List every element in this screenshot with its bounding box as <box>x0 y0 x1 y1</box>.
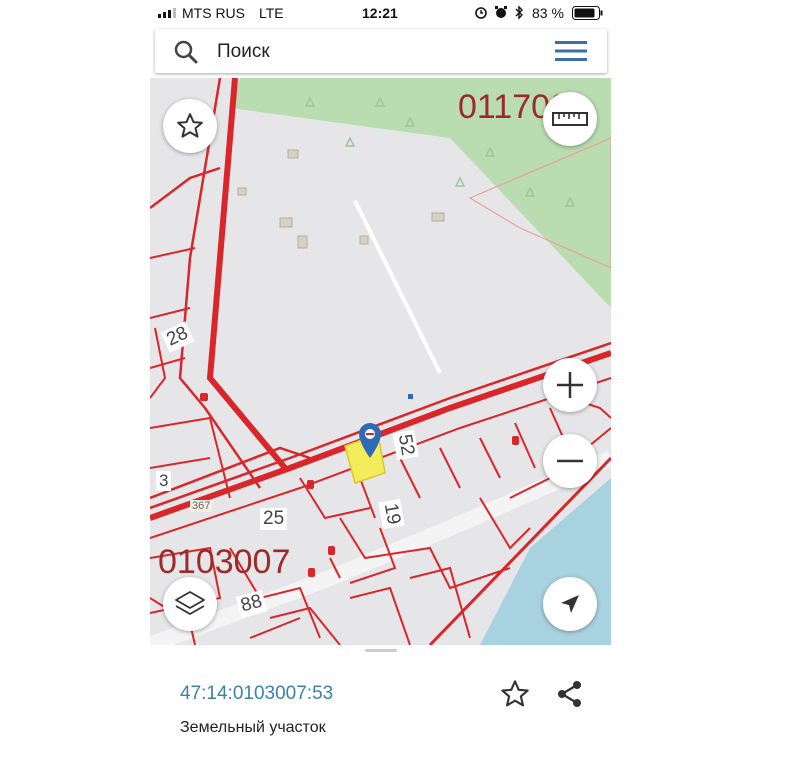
bluetooth-icon <box>515 5 523 20</box>
zoom-in-button[interactable] <box>543 358 597 412</box>
search-bar[interactable]: Поиск <box>155 29 607 73</box>
carrier-name: MTS RUS <box>182 5 245 21</box>
battery-percent: 83 % <box>532 5 564 21</box>
parcel-info-sheet[interactable]: 47:14:0103007:53 Земельный участок <box>150 645 611 762</box>
phone-screen: MTS RUS LTE 12:21 83 % Поиск 0117001 010… <box>150 0 611 762</box>
parcel-type: Земельный участок <box>180 719 326 736</box>
battery-icon <box>572 6 603 20</box>
zoom-out-button[interactable] <box>543 434 597 488</box>
signal-icon <box>158 8 176 18</box>
block-label-bottom: 0103007 <box>158 543 291 581</box>
sheet-drag-handle[interactable] <box>365 649 397 652</box>
blue-marker <box>408 394 413 399</box>
plot-label-19: 19 <box>378 498 405 530</box>
menu-icon[interactable] <box>555 40 587 62</box>
plot-label-3: 3 <box>156 471 172 491</box>
plot-label-25: 25 <box>260 508 288 530</box>
favorite-button[interactable] <box>163 99 217 153</box>
buildings <box>237 149 445 249</box>
status-bar: MTS RUS LTE 12:21 83 % <box>150 0 611 26</box>
star-icon[interactable] <box>499 678 531 710</box>
layers-button[interactable] <box>163 577 217 631</box>
plot-label-367: 367 <box>190 500 213 512</box>
map-pin-icon[interactable] <box>357 421 383 459</box>
share-icon[interactable] <box>556 680 584 708</box>
cadastral-number[interactable]: 47:14:0103007:53 <box>180 683 333 705</box>
network-type: LTE <box>259 5 284 21</box>
cadastral-map[interactable]: 0117001 0103007 28 52 25 19 88 3 367 <box>150 78 611 645</box>
road-line <box>353 200 442 374</box>
zoom-out-icon <box>557 459 583 463</box>
search-input[interactable]: Поиск <box>217 41 270 63</box>
location-icon <box>561 595 579 613</box>
clock: 12:21 <box>362 5 398 21</box>
zoom-in-icon <box>557 372 583 398</box>
plot-label-52: 52 <box>392 429 419 461</box>
alarm-icon <box>475 7 487 19</box>
ruler-icon <box>552 112 588 126</box>
layers-icon <box>175 591 205 615</box>
my-location-button[interactable] <box>543 577 597 631</box>
alarm-clock-icon <box>495 6 507 18</box>
search-icon[interactable] <box>173 39 199 65</box>
ruler-button[interactable] <box>543 92 597 146</box>
star-icon <box>177 113 203 138</box>
